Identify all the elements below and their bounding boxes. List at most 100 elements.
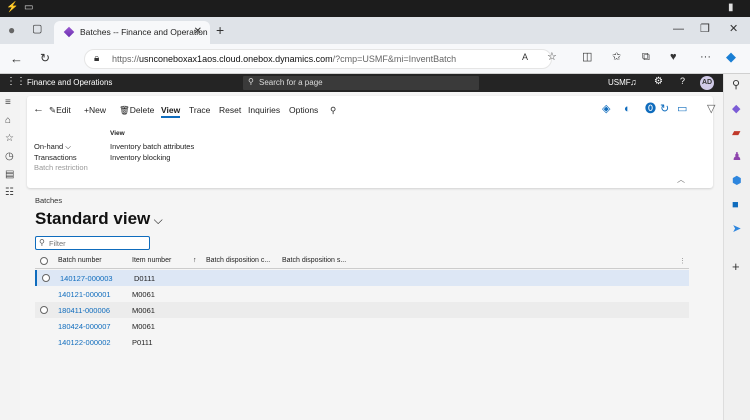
column-options-icon[interactable]: ⋮ [679, 257, 686, 265]
table-row[interactable]: 140127-000003 D0111 [35, 270, 689, 286]
edge-sidebar: ⚲ ◆ ▰ ♟ ⬢ ■ ➤ + [723, 74, 750, 420]
search-sidebar-icon[interactable]: ⚲ [732, 80, 740, 91]
view-selector[interactable]: Standard view ⌵ [35, 209, 163, 229]
tab-reset[interactable]: Reset [219, 105, 241, 115]
url-text: https://usnconeboxax1aos.cloud.onebox.dy… [112, 54, 457, 64]
favorites-nav-icon[interactable]: ☆ [5, 134, 14, 144]
batch-number-link[interactable]: 140121-000001 [58, 290, 111, 299]
open-new-window-icon[interactable]: ▭ [677, 104, 687, 115]
table-row[interactable]: 180411-000006 M0061 [35, 302, 689, 318]
new-button[interactable]: +New [84, 105, 106, 115]
help-icon[interactable]: ? [680, 77, 685, 86]
chevron-down-icon: ⌵ [150, 213, 163, 227]
batch-number-link[interactable]: 140122-000002 [58, 338, 111, 347]
more-icon[interactable]: ··· [700, 52, 711, 63]
avatar[interactable]: AD [700, 76, 714, 90]
column-header-disposition-code[interactable]: Batch disposition c... [206, 257, 270, 264]
delete-button[interactable]: 🗑︎Delete [119, 105, 154, 116]
add-icon[interactable]: + [732, 260, 740, 273]
connect-icon[interactable]: ◈ [602, 104, 610, 115]
app-launcher-icon[interactable]: ⋮⋮ [6, 77, 26, 87]
new-tab-icon[interactable]: + [216, 23, 224, 37]
tag-icon[interactable]: ◆ [732, 104, 740, 115]
section-label: Batches [35, 196, 63, 205]
monitor-icon: ▭ [24, 2, 34, 13]
filter-pane-icon[interactable]: ▽ [707, 104, 715, 115]
tab-view[interactable]: View [161, 105, 181, 118]
tab-trace[interactable]: Trace [189, 105, 210, 115]
people-icon[interactable]: ♟ [732, 152, 742, 163]
batch-restriction-button[interactable]: Batch restriction [34, 163, 88, 172]
app-header: ⋮⋮ Finance and Operations ⚲ Search for a… [0, 74, 723, 92]
batch-number-link[interactable]: 140127-000003 [60, 274, 113, 283]
select-all-radio[interactable] [40, 257, 48, 265]
refresh-page-icon[interactable]: ↻ [660, 104, 669, 115]
batch-number-link[interactable]: 180424-000007 [58, 322, 111, 331]
column-header-batch-number[interactable]: Batch number [58, 257, 102, 264]
table-row[interactable]: 180424-000007 M0061 [35, 318, 689, 334]
filter-box[interactable]: ⚲ [35, 236, 150, 250]
read-aloud-icon[interactable]: A [522, 53, 528, 62]
gear-icon[interactable]: ⚙ [654, 77, 663, 87]
attach-icon[interactable]: ⓿ [645, 104, 656, 115]
inventory-batch-attributes-button[interactable]: Inventory batch attributes [110, 142, 194, 151]
close-window-icon[interactable]: ✕ [729, 24, 738, 35]
inventory-blocking-button[interactable]: Inventory blocking [110, 153, 170, 162]
transactions-button[interactable]: Transactions [34, 153, 77, 162]
outlook-icon[interactable]: ■ [732, 200, 739, 211]
action-search-icon[interactable]: ⚲ [330, 105, 336, 116]
sort-ascending-icon[interactable]: ↑ [193, 257, 197, 264]
collections-icon[interactable]: ⧉ [642, 52, 650, 63]
column-header-item-number[interactable]: Item number [132, 257, 171, 264]
extensions-icon[interactable]: ♥ [670, 52, 677, 63]
app-name: Finance and Operations [27, 78, 113, 87]
tab-options[interactable]: Options [289, 105, 318, 115]
refresh-icon[interactable]: ↻ [40, 52, 50, 64]
table-row[interactable]: 140121-000001 M0061 [35, 286, 689, 302]
main-content: ← ✎Edit +New 🗑︎Delete View Trace Reset I… [20, 92, 723, 420]
favorite-star-icon[interactable]: ☆ [547, 52, 557, 63]
games-icon[interactable]: ⬢ [732, 176, 742, 187]
tab-inquiries[interactable]: Inquiries [248, 105, 280, 115]
company-selector[interactable]: USMF [608, 78, 631, 87]
modules-icon[interactable]: ☷ [5, 188, 14, 198]
lock-icon: 🔒︎ [94, 53, 100, 64]
close-tab-icon[interactable]: ✕ [194, 26, 202, 37]
workspaces-icon[interactable]: ▤ [5, 170, 14, 180]
restore-icon[interactable]: ❐ [700, 24, 710, 35]
filter-input[interactable] [49, 238, 144, 248]
table-row[interactable]: 140122-000002 P0111 [35, 334, 689, 350]
recent-icon[interactable]: ◷ [5, 152, 14, 162]
minimize-icon[interactable]: — [673, 24, 684, 35]
back-arrow-icon[interactable]: ← [33, 104, 44, 115]
favorites-icon[interactable]: ✩ [612, 52, 621, 63]
onhand-menu-button[interactable]: On-hand ⌵ [34, 142, 71, 152]
home-icon[interactable]: ⌂ [5, 116, 11, 126]
trash-icon: 🗑︎ [119, 105, 130, 115]
url-field[interactable]: 🔒︎ https://usnconeboxax1aos.cloud.onebox… [84, 49, 552, 69]
row-select-radio[interactable] [40, 306, 48, 314]
notification-icon[interactable]: ♫ [630, 78, 637, 87]
item-number-cell: M0061 [132, 306, 155, 315]
address-bar-row: ← ↻ 🔒︎ https://usnconeboxax1aos.cloud.on… [0, 44, 750, 74]
profile-icon[interactable]: ● [8, 24, 15, 36]
row-select-radio[interactable] [42, 274, 50, 282]
column-header-disposition-status[interactable]: Batch disposition s... [282, 257, 346, 264]
office-icon[interactable]: ◐ [624, 104, 631, 115]
briefcase-icon[interactable]: ▰ [732, 128, 740, 139]
batch-number-link[interactable]: 180411-000006 [58, 306, 110, 315]
search-icon: ⚲ [248, 77, 254, 86]
send-icon[interactable]: ➤ [732, 224, 741, 235]
copilot-icon[interactable]: ◆ [726, 50, 736, 63]
split-screen-icon[interactable]: ◫ [582, 52, 592, 63]
page-search-input[interactable]: ⚲ Search for a page [243, 76, 479, 90]
edit-button[interactable]: ✎Edit [49, 105, 71, 116]
hamburger-icon[interactable]: ≡ [5, 98, 11, 108]
tab-actions-icon[interactable]: ▢ [32, 24, 42, 35]
tab-title: Batches -- Finance and Operation [80, 27, 208, 37]
lightning-icon: ⚡ [6, 2, 19, 13]
back-icon[interactable]: ← [10, 52, 23, 65]
browser-tab[interactable]: Batches -- Finance and Operation ✕ [54, 21, 210, 44]
item-number-cell: M0061 [132, 322, 155, 331]
collapse-pane-icon[interactable]: ︿ [677, 176, 685, 184]
